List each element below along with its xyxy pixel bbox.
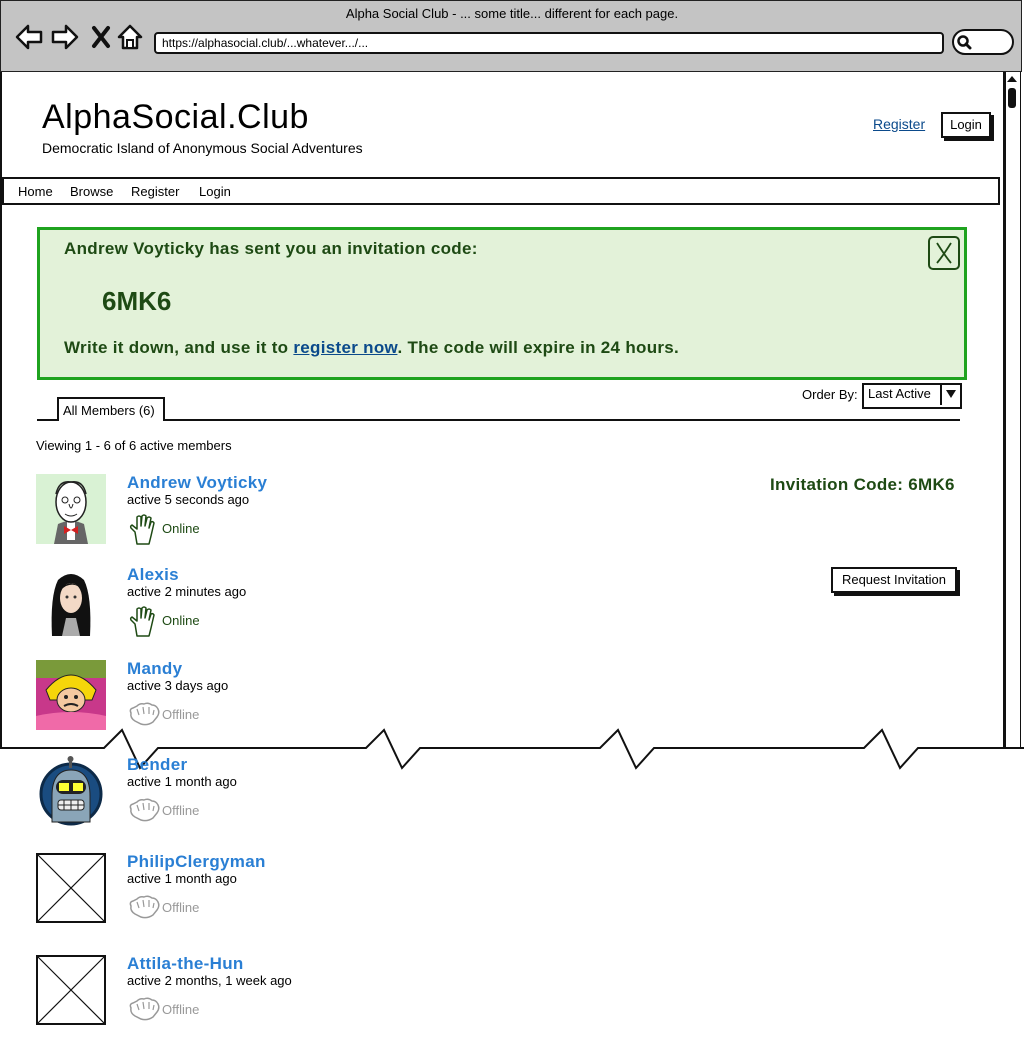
- stop-x-icon[interactable]: [88, 22, 118, 52]
- member-name-andrew-voyticky[interactable]: Andrew Voyticky: [127, 473, 267, 493]
- window-title: Alpha Social Club - ... some title... di…: [345, 6, 679, 21]
- member-status: Offline: [162, 1002, 200, 1017]
- order-by-dropdown-button[interactable]: [940, 383, 960, 405]
- nav-item-register[interactable]: Register: [131, 184, 179, 199]
- header-register-link[interactable]: Register: [873, 116, 925, 132]
- window-frame-left: [0, 72, 2, 748]
- avatar-mandy[interactable]: [36, 660, 106, 730]
- offline-hand-icon: [129, 895, 160, 919]
- member-name-mandy[interactable]: Mandy: [127, 659, 182, 679]
- tab-underline: [37, 419, 960, 421]
- offline-hand-icon: [129, 997, 160, 1021]
- member-status: Online: [162, 521, 200, 536]
- forward-arrow-icon[interactable]: [50, 22, 80, 52]
- offline-hand-icon: [129, 798, 160, 822]
- nav-item-home[interactable]: Home: [18, 184, 53, 199]
- member-last-active: active 5 seconds ago: [127, 492, 250, 507]
- site-title[interactable]: AlphaSocial.Club: [42, 98, 309, 137]
- tab-all-members[interactable]: All Members (6): [57, 397, 165, 421]
- alert-message: Andrew Voyticky has sent you an invitati…: [64, 239, 478, 258]
- order-by-label: Order By:: [802, 387, 858, 402]
- alert-instructions-pre: Write it down, and use it to: [64, 338, 294, 357]
- member-status: Offline: [162, 803, 200, 818]
- order-by-value: Last Active: [868, 386, 931, 401]
- member-name-attila-the-hun[interactable]: Attila-the-Hun: [127, 954, 244, 974]
- nav-item-login[interactable]: Login: [199, 184, 231, 199]
- member-status: Online: [162, 613, 200, 628]
- search-icon: [957, 35, 972, 50]
- offline-hand-icon: [129, 702, 160, 726]
- close-icon: [936, 242, 952, 264]
- alert-close-button[interactable]: [928, 236, 960, 270]
- chevron-down-icon: [946, 390, 956, 398]
- avatar-alexis[interactable]: [36, 566, 106, 636]
- home-icon[interactable]: [116, 22, 146, 52]
- avatar-placeholder-image-icon[interactable]: [36, 955, 106, 1025]
- member-name-bender[interactable]: Bender: [127, 755, 187, 775]
- header-login-button[interactable]: Login: [941, 112, 991, 138]
- member-last-active: active 1 month ago: [127, 871, 237, 886]
- member-last-active: active 1 month ago: [127, 774, 237, 789]
- scroll-up-arrow-icon[interactable]: [1007, 76, 1017, 82]
- member-last-active: active 2 months, 1 week ago: [127, 973, 292, 988]
- request-invitation-button[interactable]: Request Invitation: [831, 567, 957, 593]
- alert-instructions: Write it down, and use it to register no…: [64, 338, 679, 358]
- browser-search-box[interactable]: [952, 29, 1014, 55]
- avatar-placeholder-image-icon[interactable]: [36, 853, 106, 923]
- online-hand-icon: [129, 514, 155, 545]
- member-name-philipclergyman[interactable]: PhilipClergyman: [127, 852, 266, 872]
- avatar-bender[interactable]: [38, 756, 108, 826]
- member-status: Offline: [162, 707, 200, 722]
- site-tagline: Democratic Island of Anonymous Social Ad…: [42, 140, 363, 156]
- viewing-count: Viewing 1 - 6 of 6 active members: [36, 438, 232, 453]
- member-last-active: active 3 days ago: [127, 678, 229, 693]
- member-last-active: active 2 minutes ago: [127, 584, 247, 599]
- member-name-alexis[interactable]: Alexis: [127, 565, 179, 585]
- scrollbar-thumb[interactable]: [1008, 88, 1016, 108]
- vertical-scrollbar[interactable]: [1005, 72, 1021, 748]
- online-hand-icon: [129, 606, 155, 637]
- register-now-link[interactable]: register now: [293, 338, 397, 357]
- alert-instructions-post: . The code will expire in 24 hours.: [397, 338, 680, 357]
- alert-invitation-code: 6MK6: [102, 286, 172, 316]
- url-bar[interactable]: https://alphasocial.club/...whatever.../…: [154, 32, 944, 54]
- back-arrow-icon[interactable]: [14, 22, 44, 52]
- invitation-code-label: Invitation Code: 6MK6: [770, 475, 955, 494]
- avatar-andrew-voyticky[interactable]: [36, 474, 106, 544]
- member-status: Offline: [162, 900, 200, 915]
- nav-item-browse[interactable]: Browse: [70, 184, 113, 199]
